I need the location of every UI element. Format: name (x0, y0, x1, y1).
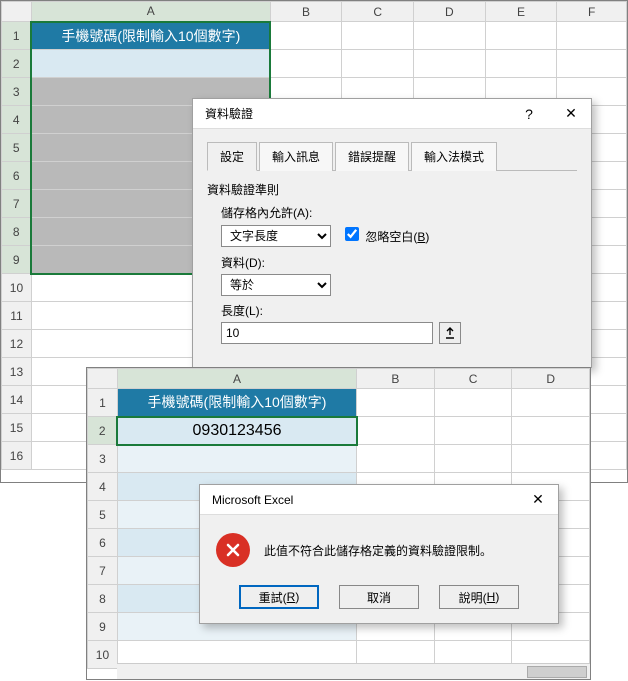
ignore-blank-checkbox[interactable]: 忽略空白(B) (341, 224, 429, 245)
data-validation-dialog: 資料驗證 ? ✕ 設定 輸入訊息 錯誤提醒 輸入法模式 資料驗證準則 儲存格內允… (192, 98, 592, 368)
r2-3[interactable]: 3 (88, 445, 118, 473)
help-button[interactable]: 說明(H) (439, 585, 519, 609)
r2-8[interactable]: 8 (88, 585, 118, 613)
col2-B[interactable]: B (357, 369, 435, 389)
col2-D[interactable]: D (512, 369, 590, 389)
active-cell-A2[interactable]: 0930123456 (117, 417, 356, 445)
allow-label: 儲存格內允許(A): (221, 204, 577, 221)
row-10[interactable]: 10 (2, 274, 32, 302)
row-8[interactable]: 8 (2, 218, 32, 246)
range-picker-button[interactable] (439, 322, 461, 344)
ignore-blank-label: 忽略空白(B) (365, 230, 429, 244)
row-4[interactable]: 4 (2, 106, 32, 134)
row-9[interactable]: 9 (2, 246, 32, 274)
row-12[interactable]: 12 (2, 330, 32, 358)
length-input[interactable] (221, 322, 433, 344)
col-B[interactable]: B (270, 2, 342, 22)
row-1[interactable]: 1 (2, 22, 32, 50)
row-7[interactable]: 7 (2, 190, 32, 218)
table-header-cell[interactable]: 手機號碼(限制輸入10個數字) (31, 22, 270, 50)
r2-2[interactable]: 2 (88, 417, 118, 445)
dialog-title: 資料驗證 (205, 105, 253, 122)
row-2[interactable]: 2 (2, 50, 32, 78)
r2-10[interactable]: 10 (88, 641, 118, 669)
msgbox-text: 此值不符合此儲存格定義的資料驗證限制。 (264, 542, 492, 559)
length-label: 長度(L): (221, 302, 577, 319)
row-3[interactable]: 3 (2, 78, 32, 106)
r2-6[interactable]: 6 (88, 529, 118, 557)
ignore-blank-input[interactable] (345, 227, 359, 241)
msgbox-title: Microsoft Excel (212, 493, 293, 507)
dialog-titlebar[interactable]: 資料驗證 ? ✕ (193, 99, 591, 129)
dialog-help-button[interactable]: ? (515, 103, 543, 125)
table-header-cell-2[interactable]: 手機號碼(限制輸入10個數字) (117, 389, 356, 417)
row-15[interactable]: 15 (2, 414, 32, 442)
cancel-button[interactable]: 取消 (339, 585, 419, 609)
col-F[interactable]: F (557, 2, 627, 22)
tab-ime[interactable]: 輸入法模式 (411, 142, 497, 171)
col2-C[interactable]: C (434, 369, 512, 389)
range-picker-icon (444, 327, 456, 339)
error-icon (216, 533, 250, 567)
col-A[interactable]: A (31, 2, 270, 22)
horizontal-scrollbar[interactable] (117, 663, 590, 679)
row-5[interactable]: 5 (2, 134, 32, 162)
row-13[interactable]: 13 (2, 358, 32, 386)
allow-select[interactable]: 文字長度 (221, 225, 331, 247)
r2-7[interactable]: 7 (88, 557, 118, 585)
select-all-2[interactable] (88, 369, 118, 389)
msgbox-titlebar[interactable]: Microsoft Excel ✕ (200, 485, 558, 515)
col-E[interactable]: E (485, 2, 557, 22)
criteria-group-label: 資料驗證準則 (207, 181, 577, 198)
retry-button[interactable]: 重試(R) (239, 585, 319, 609)
dialog-close-button[interactable]: ✕ (557, 103, 585, 125)
col2-A[interactable]: A (117, 369, 356, 389)
dialog-tabs: 設定 輸入訊息 錯誤提醒 輸入法模式 (207, 141, 577, 171)
col-D[interactable]: D (414, 2, 486, 22)
row-11[interactable]: 11 (2, 302, 32, 330)
msgbox-close-button[interactable]: ✕ (524, 489, 552, 511)
row-6[interactable]: 6 (2, 162, 32, 190)
scrollbar-thumb[interactable] (527, 666, 587, 678)
row-16[interactable]: 16 (2, 442, 32, 470)
tab-input-msg[interactable]: 輸入訊息 (259, 142, 333, 171)
r2-9[interactable]: 9 (88, 613, 118, 641)
r2-5[interactable]: 5 (88, 501, 118, 529)
col-C[interactable]: C (342, 2, 414, 22)
error-message-box: Microsoft Excel ✕ 此值不符合此儲存格定義的資料驗證限制。 重試… (199, 484, 559, 624)
data-select[interactable]: 等於 (221, 274, 331, 296)
select-all-1[interactable] (2, 2, 32, 22)
tab-settings[interactable]: 設定 (207, 142, 257, 171)
row-14[interactable]: 14 (2, 386, 32, 414)
tab-error[interactable]: 錯誤提醒 (335, 142, 409, 171)
r2-1[interactable]: 1 (88, 389, 118, 417)
data-label: 資料(D): (221, 254, 577, 271)
cell-A2[interactable] (31, 50, 270, 78)
r2-4[interactable]: 4 (88, 473, 118, 501)
